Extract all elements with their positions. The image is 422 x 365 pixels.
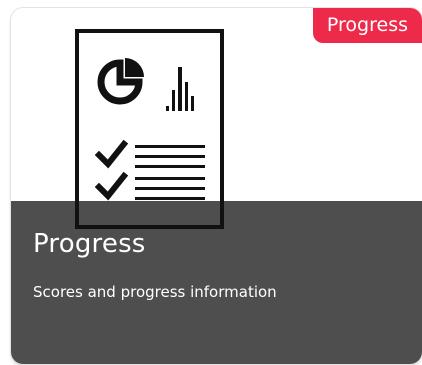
line	[135, 155, 205, 158]
card-description: Scores and progress information	[33, 283, 277, 301]
line	[135, 187, 205, 190]
checklist-row-2	[94, 171, 205, 201]
line	[135, 197, 205, 200]
checkmark-icon	[94, 171, 129, 201]
bar-chart-icon	[166, 67, 194, 111]
line	[135, 145, 205, 148]
progress-card[interactable]: Progress Progress Scores and progress in…	[11, 8, 422, 364]
checkmark-icon	[94, 139, 129, 169]
line	[135, 165, 205, 168]
category-badge: Progress	[312, 8, 422, 43]
checklist-row-1	[94, 139, 205, 169]
pie-chart-icon	[97, 58, 144, 105]
card-title: Progress	[33, 229, 146, 259]
line	[135, 177, 205, 180]
